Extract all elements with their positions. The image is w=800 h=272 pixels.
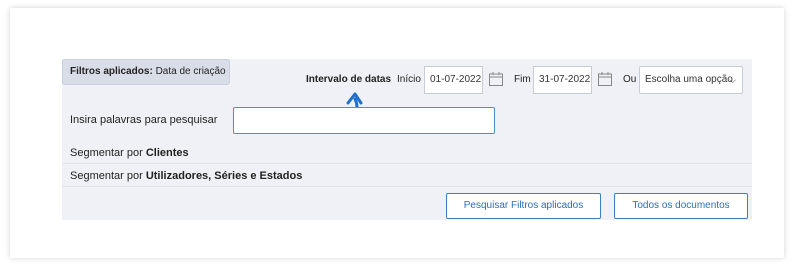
start-date-input[interactable]: 01-07-2022	[424, 66, 483, 94]
period-select-value: Escolha uma opção	[645, 74, 733, 85]
segment-clients-row[interactable]: Segmentar por Clientes	[62, 142, 752, 164]
segment-prefix: Segmentar por	[70, 147, 146, 159]
start-date-label: Início	[397, 74, 421, 85]
chevron-down-icon: ⌵	[729, 75, 736, 85]
date-range-row: Intervalo de datas Início 01-07-2022 Fim…	[62, 65, 752, 95]
segment-target: Clientes	[145, 147, 189, 159]
calendar-icon[interactable]	[488, 71, 504, 87]
filter-panel: Filtros aplicados: Data de criação Inter…	[62, 59, 752, 220]
segment-users-row[interactable]: Segmentar por Utilizadores, Séries e Est…	[62, 165, 752, 187]
all-documents-button[interactable]: Todos os documentos	[614, 193, 748, 219]
segment-prefix: Segmentar por	[70, 170, 146, 182]
search-applied-filters-button[interactable]: Pesquisar Filtros aplicados	[446, 193, 601, 219]
end-date-input[interactable]: 31-07-2022	[533, 66, 592, 94]
calendar-icon[interactable]	[597, 71, 613, 87]
or-label: Ou	[623, 74, 637, 85]
end-date-label: Fim	[514, 74, 531, 85]
search-input[interactable]	[233, 107, 495, 134]
content-card: Filtros aplicados: Data de criação Inter…	[10, 8, 784, 258]
segment-target: Utilizadores, Séries e Estados	[145, 170, 303, 182]
search-label: Insira palavras para pesquisar	[70, 114, 218, 126]
period-select[interactable]: Escolha uma opção ⌵	[639, 66, 743, 94]
